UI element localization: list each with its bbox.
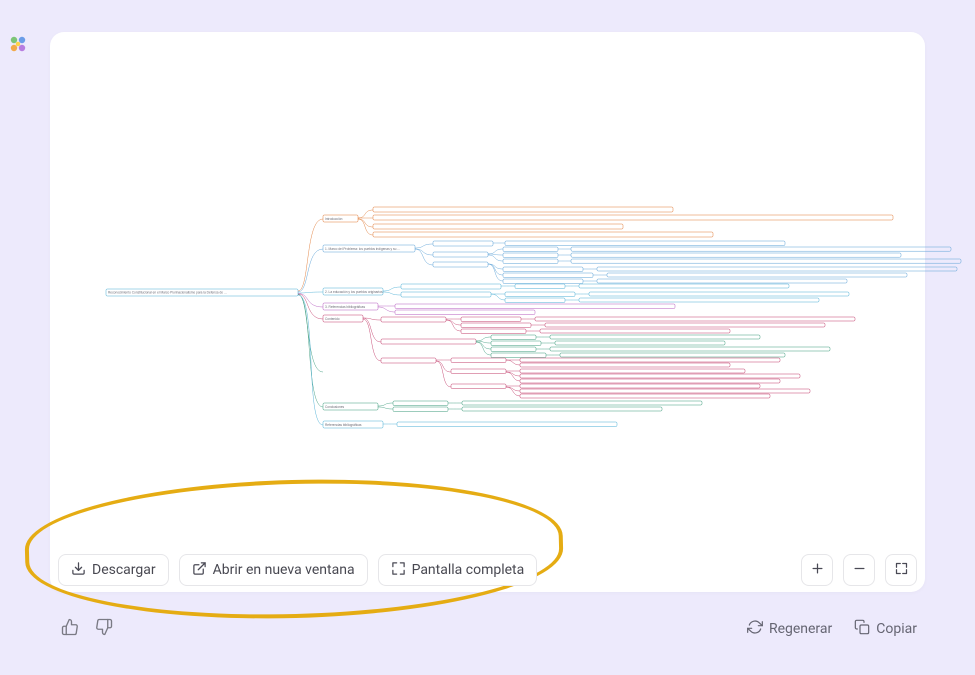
zoom-in-button[interactable] bbox=[801, 554, 833, 586]
download-label: Descargar bbox=[92, 562, 156, 578]
copy-button[interactable]: Copiar bbox=[854, 619, 917, 639]
download-icon bbox=[71, 561, 86, 580]
copy-icon bbox=[854, 619, 870, 639]
app-logo bbox=[8, 34, 28, 54]
minus-icon bbox=[852, 561, 867, 580]
svg-text:Reconocimiento Constitucional: Reconocimiento Constitucional en el Marc… bbox=[108, 291, 227, 295]
mindmap-viewport[interactable]: .nlabel { font: 3.2px sans-serif; fill:#… bbox=[105, 197, 965, 442]
open-new-window-label: Abrir en nueva ventana bbox=[213, 562, 355, 578]
thumbs-up-button[interactable] bbox=[58, 617, 82, 641]
regenerate-label: Regenerar bbox=[769, 621, 832, 637]
open-new-window-button[interactable]: Abrir en nueva ventana bbox=[179, 554, 368, 586]
fullscreen-button[interactable]: Pantalla completa bbox=[378, 554, 538, 586]
svg-text:3. Referencias bibliográficas: 3. Referencias bibliográficas bbox=[325, 305, 365, 309]
copy-label: Copiar bbox=[876, 621, 917, 637]
svg-text:2. La educación y los pueblos: 2. La educación y los pueblos originario… bbox=[325, 290, 383, 294]
refresh-icon bbox=[747, 619, 763, 639]
footer-bar: Regenerar Copiar bbox=[58, 615, 917, 643]
fullscreen-icon bbox=[391, 561, 406, 580]
fit-view-button[interactable] bbox=[885, 554, 917, 586]
fullscreen-label: Pantalla completa bbox=[412, 562, 525, 578]
svg-text:Introducción: Introducción bbox=[325, 217, 343, 221]
svg-text:Conclusiones: Conclusiones bbox=[325, 405, 345, 409]
svg-text:1. Marco del Problema: los pue: 1. Marco del Problema: los pueblos indíg… bbox=[325, 247, 400, 251]
content-panel: .nlabel { font: 3.2px sans-serif; fill:#… bbox=[50, 32, 925, 592]
fit-icon bbox=[894, 561, 909, 580]
svg-text:Referencias bibliográficas: Referencias bibliográficas bbox=[325, 423, 362, 427]
external-link-icon bbox=[192, 561, 207, 580]
toolbar: Descargar Abrir en nueva ventana bbox=[58, 555, 917, 585]
thumbs-down-icon bbox=[95, 618, 113, 640]
thumbs-down-button[interactable] bbox=[92, 617, 116, 641]
zoom-out-button[interactable] bbox=[843, 554, 875, 586]
regenerate-button[interactable]: Regenerar bbox=[747, 619, 832, 639]
plus-icon bbox=[810, 561, 825, 580]
thumbs-up-icon bbox=[61, 618, 79, 640]
svg-text:Contenido: Contenido bbox=[325, 317, 340, 321]
download-button[interactable]: Descargar bbox=[58, 554, 169, 586]
